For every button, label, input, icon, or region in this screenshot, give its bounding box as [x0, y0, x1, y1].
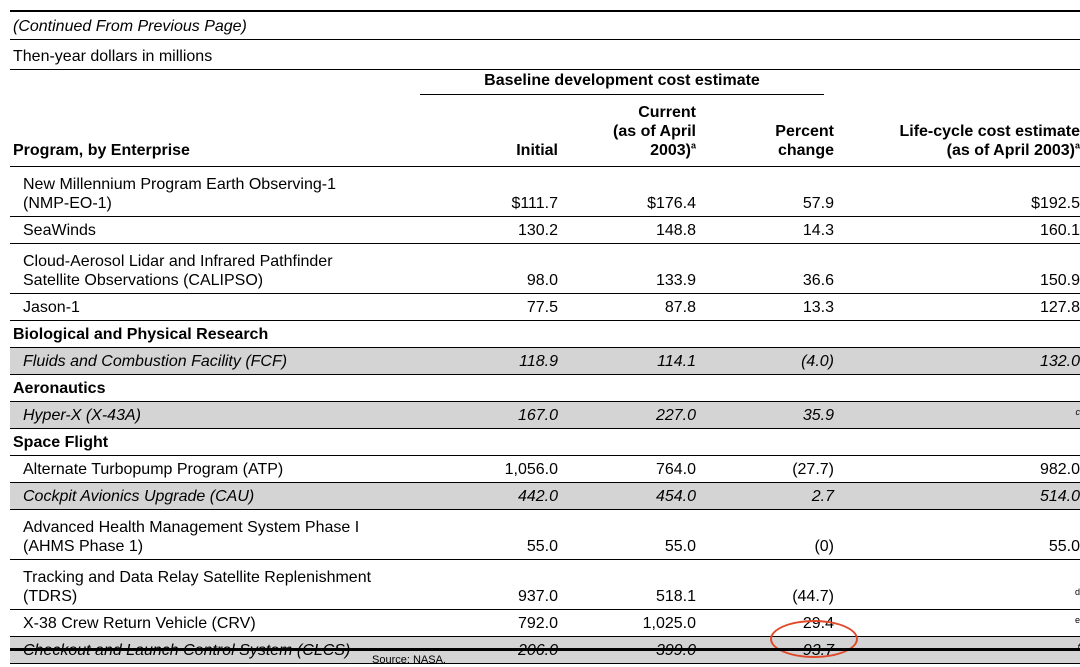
current-cell: 227.0 — [558, 401, 696, 429]
lifecycle-cell: 150.9 — [834, 243, 1080, 294]
current-cell: 454.0 — [558, 482, 696, 510]
program-cell: Hyper-X (X-43A) — [10, 401, 420, 429]
initial-cell: 167.0 — [420, 401, 558, 429]
top-rule — [10, 10, 1080, 12]
column-header-row: Program, by Enterprise Initial Current (… — [10, 96, 1080, 167]
percent-change-cell: 29.4 — [696, 609, 834, 637]
source-note: Source: NASA. — [372, 654, 446, 666]
initial-cell: $111.7 — [420, 166, 558, 217]
table-row: SeaWinds 130.2 148.8 14.3 160.1 — [10, 216, 1080, 244]
program-cell: SeaWinds — [10, 216, 420, 244]
section-label: Space Flight — [10, 428, 1080, 456]
current-header: Current (as of April 2003)a — [613, 104, 696, 159]
table-row: Jason-1 77.5 87.8 13.3 127.8 — [10, 293, 1080, 321]
current-cell: 133.9 — [558, 243, 696, 294]
cost-table: Baseline development cost estimate Progr… — [10, 70, 1080, 664]
table-row: Fluids and Combustion Facility (FCF) 118.… — [10, 347, 1080, 375]
initial-cell: 1,056.0 — [420, 455, 558, 483]
lifecycle-header: Life-cycle cost estimate (as of April 20… — [899, 123, 1080, 159]
program-cell: Tracking and Data Relay Satellite Replen… — [10, 559, 420, 610]
table-row: Hyper-X (X-43A) 167.0 227.0 35.9 c — [10, 401, 1080, 429]
program-cell: Fluids and Combustion Facility (FCF) — [10, 347, 420, 375]
lifecycle-cell: 127.8 — [834, 293, 1080, 321]
section-row: Biological and Physical Research — [10, 320, 1080, 348]
percent-change-cell: 14.3 — [696, 216, 834, 244]
current-cell: $176.4 — [558, 166, 696, 217]
table-row: X-38 Crew Return Vehicle (CRV) 792.0 1,025… — [10, 609, 1080, 637]
percent-change-header: Percent change — [775, 123, 834, 159]
footnote-marker: c — [1075, 407, 1080, 418]
table-row: Tracking and Data Relay Satellite Replen… — [10, 559, 1080, 610]
percent-change-cell: (0) — [696, 509, 834, 560]
current-cell: 148.8 — [558, 216, 696, 244]
initial-cell: 442.0 — [420, 482, 558, 510]
table-row: Cloud-Aerosol Lidar and Infrared Pathfin… — [10, 243, 1080, 294]
lifecycle-cell: 514.0 — [834, 482, 1080, 510]
initial-cell: 77.5 — [420, 293, 558, 321]
lifecycle-cell: 160.1 — [834, 216, 1080, 244]
initial-header: Initial — [516, 142, 558, 159]
lifecycle-cell: 982.0 — [834, 455, 1080, 483]
continued-label: (Continued From Previous Page) — [10, 15, 1080, 40]
program-cell: Jason-1 — [10, 293, 420, 321]
section-label: Biological and Physical Research — [10, 320, 1080, 348]
section-row: Space Flight — [10, 428, 1080, 456]
percent-change-cell: (44.7) — [696, 559, 834, 610]
percent-change-cell: 57.9 — [696, 166, 834, 217]
program-header: Program, by Enterprise — [13, 142, 190, 159]
current-cell: 1,025.0 — [558, 609, 696, 637]
percent-change-cell: 2.7 — [696, 482, 834, 510]
lifecycle-cell: e — [834, 609, 1080, 637]
footnote-marker: e — [1074, 615, 1080, 626]
lifecycle-cell: 55.0 — [834, 509, 1080, 560]
lifecycle-cell: c — [834, 401, 1080, 429]
percent-change-cell: (27.7) — [696, 455, 834, 483]
percent-change-cell: 35.9 — [696, 401, 834, 429]
program-cell: New Millennium Program Earth Observing-1… — [10, 166, 420, 217]
group-header-row: Baseline development cost estimate — [10, 70, 1080, 96]
lifecycle-cell: $192.5 — [834, 166, 1080, 217]
current-cell: 518.1 — [558, 559, 696, 610]
current-cell: 87.8 — [558, 293, 696, 321]
percent-change-cell: 13.3 — [696, 293, 834, 321]
section-row: Aeronautics — [10, 374, 1080, 402]
program-cell: X-38 Crew Return Vehicle (CRV) — [10, 609, 420, 637]
table-row: Advanced Health Management System Phase … — [10, 509, 1080, 560]
current-cell: 764.0 — [558, 455, 696, 483]
program-cell: Alternate Turbopump Program (ATP) — [10, 455, 420, 483]
lifecycle-cell: 132.0 — [834, 347, 1080, 375]
footnote-marker: d — [1074, 586, 1080, 597]
program-cell: Cloud-Aerosol Lidar and Infrared Pathfin… — [10, 243, 420, 294]
program-cell: Cockpit Avionics Upgrade (CAU) — [10, 482, 420, 510]
lifecycle-cell: d — [834, 559, 1080, 610]
initial-cell: 130.2 — [420, 216, 558, 244]
bottom-rule — [10, 648, 1080, 651]
initial-cell: 937.0 — [420, 559, 558, 610]
initial-cell: 55.0 — [420, 509, 558, 560]
percent-change-cell: 36.6 — [696, 243, 834, 294]
initial-cell: 98.0 — [420, 243, 558, 294]
table-row: Alternate Turbopump Program (ATP) 1,056.0… — [10, 455, 1080, 483]
section-label: Aeronautics — [10, 374, 1080, 402]
initial-cell: 792.0 — [420, 609, 558, 637]
units-label: Then-year dollars in millions — [10, 45, 1080, 70]
table-row: Cockpit Avionics Upgrade (CAU) 442.0 454.0… — [10, 482, 1080, 510]
program-cell: Advanced Health Management System Phase … — [10, 509, 420, 560]
percent-change-cell: (4.0) — [696, 347, 834, 375]
baseline-group-header: Baseline development cost estimate — [420, 70, 834, 96]
table-row: New Millennium Program Earth Observing-1… — [10, 166, 1080, 217]
current-cell: 55.0 — [558, 509, 696, 560]
initial-cell: 118.9 — [420, 347, 558, 375]
current-cell: 114.1 — [558, 347, 696, 375]
